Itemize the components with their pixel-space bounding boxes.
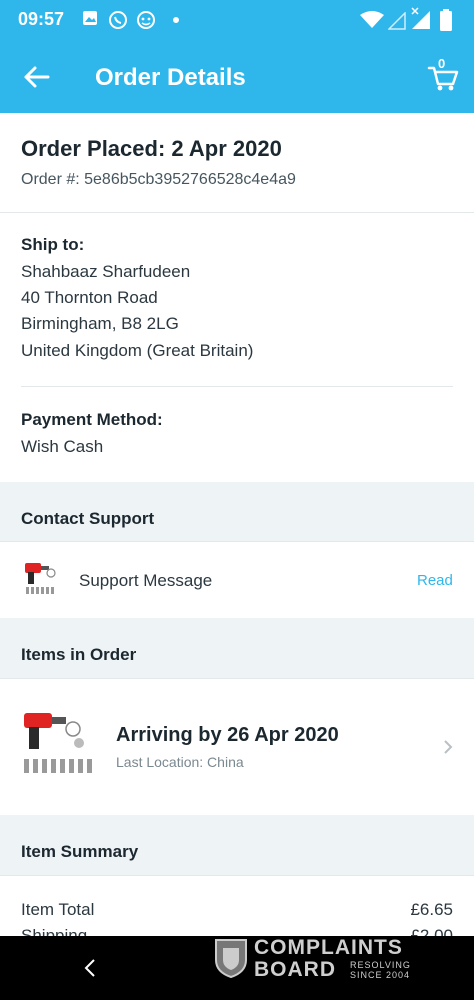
support-message-label: Support Message — [79, 571, 213, 590]
watermark-line4: SINCE 2004 — [350, 970, 411, 980]
signal-x-icon — [411, 7, 430, 29]
watermark-line2: BOARD — [254, 958, 336, 981]
arriving-date: Arriving by 26 Apr 2020 — [116, 724, 339, 746]
ship-to-label: Ship to: — [21, 235, 85, 254]
viber-icon — [109, 11, 127, 29]
wifi-icon — [360, 11, 384, 28]
page-title: Order Details — [95, 64, 246, 91]
signal-icon — [388, 12, 406, 30]
ship-to-country: United Kingdom (Great Britain) — [21, 341, 254, 360]
items-in-order-header: Items in Order — [0, 618, 474, 678]
watermark-logo: COMPLAINTS BOARD RESOLVING SINCE 2004 — [212, 936, 474, 982]
order-number: Order #: 5e86b5cb3952766528c4e4a9 — [21, 171, 296, 188]
ship-to-city: Birmingham, B8 2LG — [21, 314, 179, 333]
cart-count-badge: 0 — [438, 56, 446, 71]
status-time: 09:57 — [18, 9, 65, 29]
app-bar: Order Details 0 — [0, 40, 474, 113]
order-placed-heading: Order Placed: 2 Apr 2020 — [21, 136, 282, 161]
contact-support-title: Contact Support — [21, 509, 155, 528]
back-arrow-icon[interactable] — [22, 62, 52, 92]
ship-to-name: Shahbaaz Sharfudeen — [21, 262, 191, 281]
product-thumbnail — [25, 563, 56, 594]
dot-icon — [173, 17, 179, 23]
items-in-order-title: Items in Order — [21, 645, 137, 664]
face-icon — [137, 11, 155, 29]
last-location: Last Location: China — [116, 754, 244, 770]
divider — [21, 386, 453, 387]
shield-icon — [215, 939, 247, 978]
payment-method-value: Wish Cash — [21, 437, 104, 456]
item-total-value: £6.65 — [410, 900, 453, 919]
chevron-right-icon — [444, 740, 453, 754]
item-total-label: Item Total — [21, 900, 95, 919]
product-image — [24, 713, 92, 773]
item-summary-title: Item Summary — [21, 842, 139, 861]
item-summary-header: Item Summary — [0, 815, 474, 875]
support-message-row[interactable]: Support Message Read — [0, 542, 474, 618]
divider — [0, 875, 474, 876]
read-link[interactable]: Read — [417, 572, 453, 589]
nav-back-icon[interactable] — [82, 958, 98, 978]
divider — [0, 212, 474, 213]
image-icon — [83, 11, 97, 25]
watermark-line1: COMPLAINTS — [254, 936, 403, 959]
ship-to-street: 40 Thornton Road — [21, 288, 158, 307]
contact-support-header: Contact Support — [0, 482, 474, 542]
order-item-row[interactable]: Arriving by 26 Apr 2020 Last Location: C… — [0, 679, 474, 815]
status-bar: 09:57 — [0, 0, 474, 40]
payment-method-label: Payment Method: — [21, 410, 163, 429]
battery-icon — [440, 9, 452, 31]
watermark-line3: RESOLVING — [350, 960, 411, 970]
